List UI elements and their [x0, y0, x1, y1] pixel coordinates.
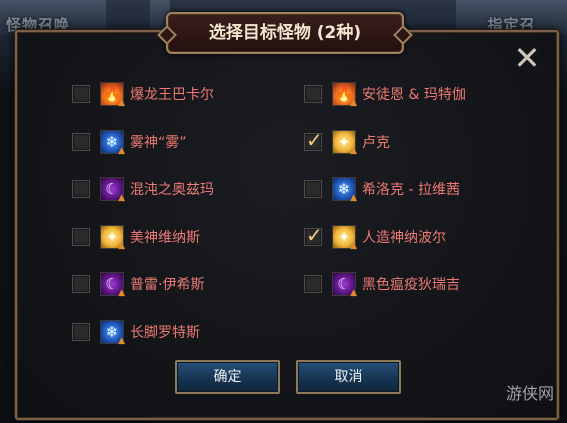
designated-summon-tab: 指定召 — [456, 0, 567, 34]
option-checkbox[interactable] — [72, 275, 90, 293]
monster-option[interactable]: 🔥 ▲ 爆龙王巴卡尔 — [72, 82, 214, 108]
watermark-logo: 游侠网 — [506, 384, 555, 403]
element-up-arrow-icon: ▲ — [118, 98, 125, 108]
element-up-arrow-icon: ▲ — [118, 241, 125, 251]
option-label: 爆龙王巴卡尔 — [130, 87, 214, 103]
monster-summon-tab: 怪物召唤 — [0, 0, 106, 34]
ice-element-icon: ❄ ▲ — [100, 320, 125, 346]
option-checkbox[interactable] — [72, 228, 90, 246]
option-label: 人造神纳波尔 — [362, 230, 446, 246]
option-checkbox[interactable] — [72, 85, 90, 103]
element-up-arrow-icon: ▲ — [118, 146, 125, 156]
dialog-title: 选择目标怪物 (2种) — [166, 12, 404, 54]
monster-option[interactable]: ❄ ▲ 长脚罗特斯 — [72, 320, 200, 346]
option-checkbox[interactable] — [304, 275, 322, 293]
option-label: 美神维纳斯 — [130, 230, 200, 246]
option-label: 安徒恩 & 玛特伽 — [362, 87, 466, 103]
fire-element-icon: 🔥 ▲ — [100, 82, 125, 108]
option-checkbox[interactable] — [72, 133, 90, 151]
monster-option[interactable]: 🔥 ▲ 安徒恩 & 玛特伽 — [304, 82, 466, 108]
dark-element-icon: ☾ ▲ — [332, 272, 357, 298]
option-checkbox[interactable] — [304, 223, 323, 247]
light-element-icon: ✦ ▲ — [100, 225, 125, 251]
option-checkbox[interactable] — [72, 180, 90, 198]
ice-element-icon: ❄ ▲ — [100, 130, 125, 156]
monster-option[interactable]: ✦ ▲ 美神维纳斯 — [72, 225, 200, 251]
light-element-icon: ✦ ▲ — [332, 225, 357, 251]
option-label: 普雷·伊希斯 — [130, 277, 205, 293]
option-label: 长脚罗特斯 — [130, 325, 200, 341]
element-up-arrow-icon: ▲ — [350, 146, 357, 156]
option-label: 混沌之奥兹玛 — [130, 182, 214, 198]
monster-option[interactable]: ☾ ▲ 混沌之奥兹玛 — [72, 177, 214, 203]
close-button[interactable]: ✕ — [512, 42, 542, 74]
monster-option[interactable]: ☾ ▲ 普雷·伊希斯 — [72, 272, 205, 298]
element-up-arrow-icon: ▲ — [350, 288, 357, 298]
option-label: 黑色瘟疫狄瑞吉 — [362, 277, 460, 293]
monster-option[interactable]: ☾ ▲ 黑色瘟疫狄瑞吉 — [304, 272, 460, 298]
element-up-arrow-icon: ▲ — [350, 241, 357, 251]
monster-option[interactable]: ✦▲ 卢克 — [304, 128, 390, 156]
monster-option[interactable]: ✦▲ 人造神纳波尔 — [304, 223, 446, 251]
option-checkbox[interactable] — [72, 323, 90, 341]
element-up-arrow-icon: ▲ — [350, 98, 357, 108]
element-up-arrow-icon: ▲ — [118, 288, 125, 298]
option-label: 卢克 — [362, 135, 390, 151]
option-checkbox[interactable] — [304, 128, 323, 152]
monster-option[interactable]: ❄ ▲ 雾神“雾” — [72, 130, 187, 156]
monster-option[interactable]: ❄ ▲ 希洛克 - 拉维茜 — [304, 177, 460, 203]
dark-element-icon: ☾ ▲ — [100, 177, 125, 203]
dark-element-icon: ☾ ▲ — [100, 272, 125, 298]
ice-element-icon: ❄ ▲ — [332, 177, 357, 203]
cancel-button[interactable]: 取消 — [296, 360, 401, 394]
fire-element-icon: 🔥 ▲ — [332, 82, 357, 108]
element-up-arrow-icon: ▲ — [350, 193, 357, 203]
option-label: 希洛克 - 拉维茜 — [362, 182, 460, 198]
confirm-button[interactable]: 确定 — [175, 360, 280, 394]
light-element-icon: ✦ ▲ — [332, 130, 357, 156]
element-up-arrow-icon: ▲ — [118, 336, 125, 346]
option-checkbox[interactable] — [304, 85, 322, 103]
option-label: 雾神“雾” — [130, 135, 187, 151]
option-checkbox[interactable] — [304, 180, 322, 198]
element-up-arrow-icon: ▲ — [118, 193, 125, 203]
